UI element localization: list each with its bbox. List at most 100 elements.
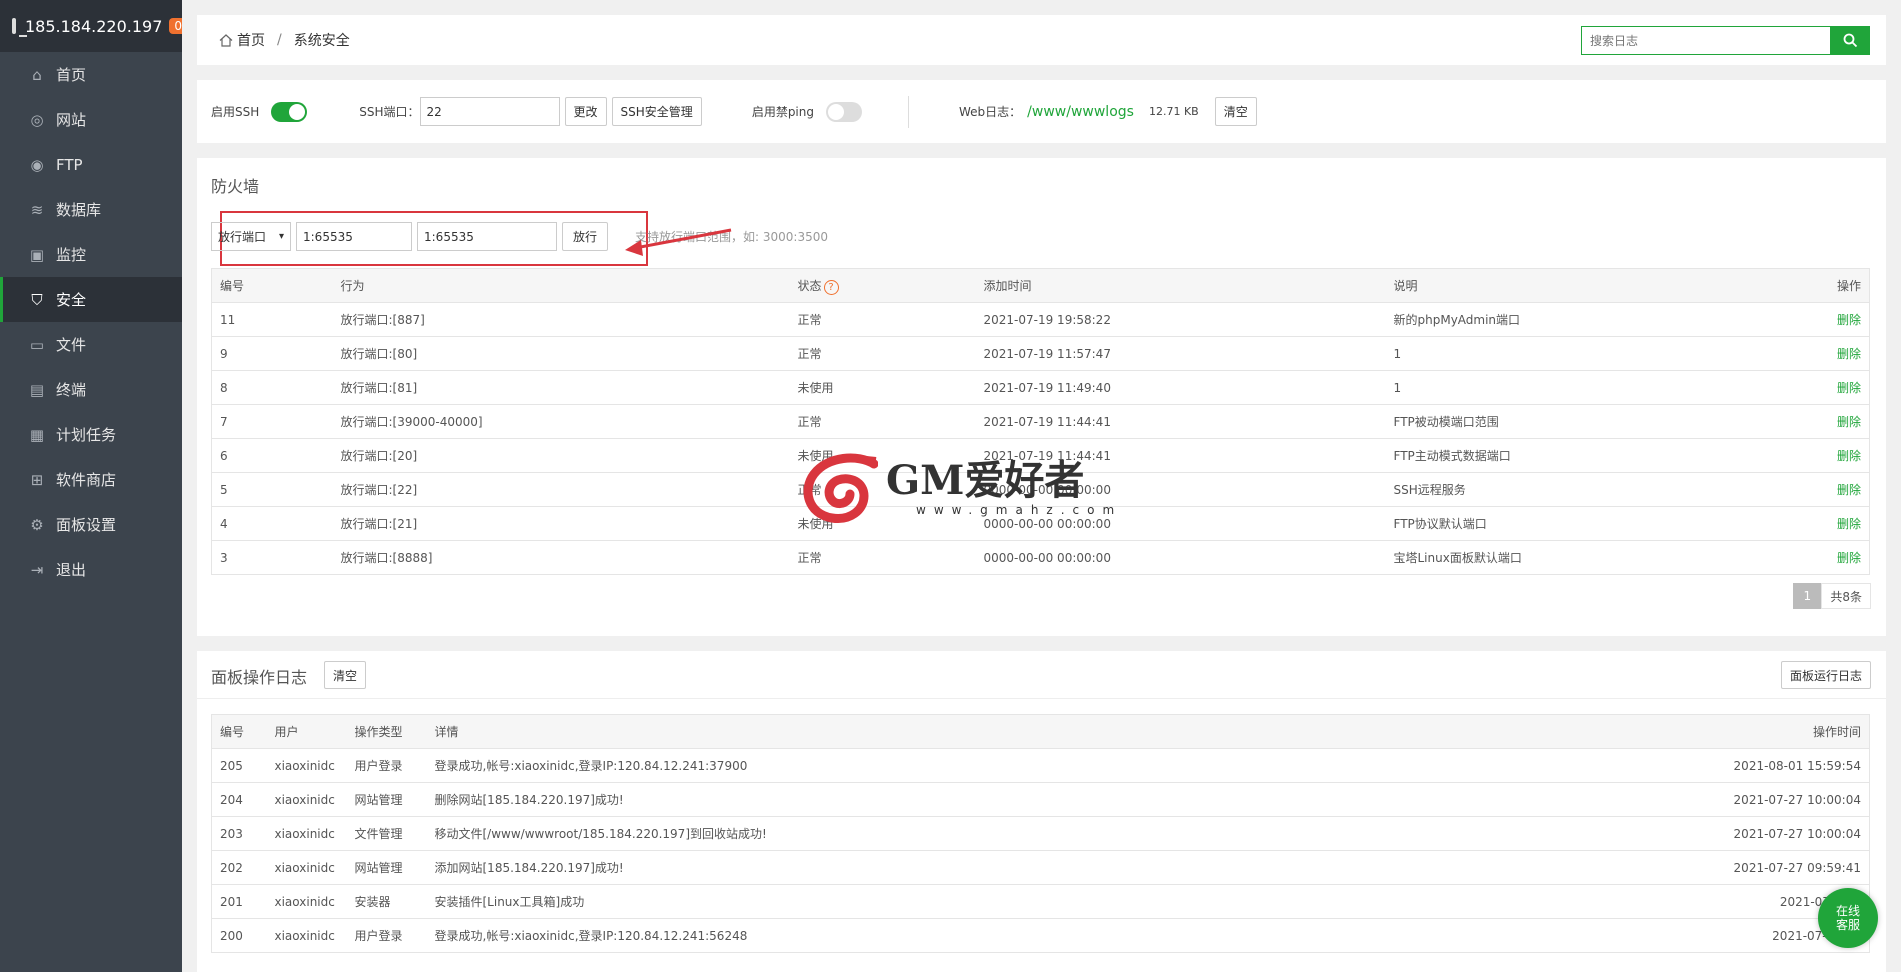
- table-row: 200 xiaoxinidc 用户登录 登录成功,帐号:xiaoxinidc,登录IP…: [211, 918, 1870, 953]
- sidebar-item-4[interactable]: ▣ 监控: [0, 232, 182, 277]
- table-row: 7 放行端口:[39000-40000] 正常 2021-07-19 11:44:41…: [211, 404, 1870, 439]
- delete-link[interactable]: 删除: [1805, 438, 1870, 473]
- rule-id: 11: [211, 302, 333, 337]
- rule-type-value: 放行端口: [218, 230, 267, 244]
- online-support-button[interactable]: 在线 客服: [1818, 888, 1878, 948]
- col-action: 行为: [332, 268, 790, 303]
- port-to-input[interactable]: 1:65535: [417, 222, 557, 251]
- panel-log-table: 编号 用户 操作类型 详情 操作时间 205 xiaoxinidc 用户登录 登录成功…: [211, 714, 1870, 953]
- rule-note[interactable]: SSH远程服务: [1385, 472, 1806, 507]
- sidebar-item-2[interactable]: ◉ FTP: [0, 142, 182, 187]
- rule-time: 2021-07-19 11:49:40: [975, 370, 1386, 405]
- rule-id: 3: [211, 540, 333, 575]
- log-type: 用户登录: [346, 918, 427, 953]
- gm-logo-icon: [803, 453, 878, 523]
- sidebar-item-6[interactable]: ▭ 文件: [0, 322, 182, 367]
- weblog-path-link[interactable]: /www/wwwlogs: [1027, 104, 1134, 120]
- search-input[interactable]: [1581, 26, 1831, 55]
- rule-id: 9: [211, 336, 333, 371]
- rule-note[interactable]: FTP协议默认端口: [1385, 506, 1806, 541]
- sidebar-item-5[interactable]: ⛉ 安全: [0, 277, 182, 322]
- log-type: 网站管理: [346, 782, 427, 817]
- col-id: 编号: [211, 714, 267, 749]
- sidebar-item-label: 网站: [56, 111, 87, 129]
- sidebar: 185.184.220.197 0 ⌂ 首页 ◎ 网站 ◉ FTP ≋ 数据库 ▣ 监控 ⛉ 安全 ▭ 文…: [0, 0, 188, 972]
- rule-status: 正常: [789, 540, 976, 575]
- sidebar-item-9[interactable]: ⊞ 软件商店: [0, 457, 182, 502]
- delete-link[interactable]: 删除: [1805, 370, 1870, 405]
- allow-button[interactable]: 放行: [562, 222, 608, 251]
- help-icon[interactable]: ?: [823, 279, 839, 295]
- watermark-title: GM爱好者: [886, 457, 1085, 504]
- log-time: 2021-08-01 15:59:54: [1626, 748, 1870, 783]
- sidebar-item-0[interactable]: ⌂ 首页: [0, 52, 182, 97]
- sidebar-item-7[interactable]: ▤ 终端: [0, 367, 182, 412]
- log-user: xiaoxinidc: [266, 748, 347, 783]
- delete-link[interactable]: 删除: [1805, 540, 1870, 575]
- table-row: 3 放行端口:[8888] 正常 0000-00-00 00:00:00 宝塔Linux…: [211, 540, 1870, 575]
- rule-id: 4: [211, 506, 333, 541]
- col-user: 用户: [266, 714, 347, 749]
- sidebar-item-8[interactable]: ▦ 计划任务: [0, 412, 182, 457]
- rule-note[interactable]: 1: [1385, 370, 1806, 405]
- log-time: 2021-07-27 10:00:04: [1626, 816, 1870, 851]
- clear-log-button[interactable]: 清空: [324, 661, 367, 689]
- rule-note[interactable]: 1: [1385, 336, 1806, 371]
- rule-note[interactable]: FTP主动模式数据端口: [1385, 438, 1806, 473]
- delete-link[interactable]: 删除: [1805, 404, 1870, 439]
- ssh-settings-panel: 启用SSH SSH端口： 22 更改 SSH安全管理 启用禁ping Web日志…: [197, 80, 1886, 143]
- sidebar-item-11[interactable]: ⇥ 退出: [0, 547, 182, 592]
- log-detail: 登录成功,帐号:xiaoxinidc,登录IP:120.84.12.241:37…: [426, 748, 1627, 783]
- ssh-port-input[interactable]: 22: [419, 97, 560, 126]
- log-type: 安装器: [346, 884, 427, 919]
- chevron-down-icon: ▾: [278, 231, 284, 242]
- rule-type-select[interactable]: 放行端口 ▾: [211, 222, 291, 251]
- sidebar-item-label: 安全: [56, 291, 87, 309]
- log-time: 2021-07-27 09:59:41: [1626, 850, 1870, 885]
- rule-action: 放行端口:[887]: [332, 302, 790, 337]
- rule-action: 放行端口:[21]: [332, 506, 790, 541]
- rule-action: 放行端口:[22]: [332, 472, 790, 507]
- delete-link[interactable]: 删除: [1805, 472, 1870, 507]
- server-ip: 185.184.220.197: [25, 16, 163, 36]
- table-row: 9 放行端口:[80] 正常 2021-07-19 11:57:47 1 删除: [211, 336, 1870, 371]
- sidebar-item-1[interactable]: ◎ 网站: [0, 97, 182, 142]
- sidebar-item-label: 面板设置: [56, 516, 117, 534]
- firewall-table: 编号 行为 状态? 添加时间 说明 操作 11 放行端口:[887] 正常 2021-…: [211, 268, 1870, 575]
- ping-label: 启用禁ping: [751, 105, 814, 119]
- col-op: 操作: [1805, 268, 1870, 303]
- log-user: xiaoxinidc: [266, 850, 347, 885]
- rule-note[interactable]: 新的phpMyAdmin端口: [1385, 302, 1806, 337]
- sidebar-item-10[interactable]: ⚙ 面板设置: [0, 502, 182, 547]
- rule-status: 正常: [789, 302, 976, 337]
- delete-link[interactable]: 删除: [1805, 506, 1870, 541]
- rule-action: 放行端口:[8888]: [332, 540, 790, 575]
- sidebar-item-label: 首页: [56, 66, 87, 84]
- col-status: 状态?: [789, 268, 976, 303]
- logout-icon: ⇥: [30, 560, 44, 579]
- breadcrumb-home[interactable]: 首页: [237, 30, 265, 50]
- delete-link[interactable]: 删除: [1805, 336, 1870, 371]
- ssh-manage-button[interactable]: SSH安全管理: [611, 97, 702, 126]
- clear-weblog-button[interactable]: 清空: [1214, 97, 1257, 126]
- log-id: 203: [211, 816, 267, 851]
- rule-note[interactable]: FTP被动模端口范围: [1385, 404, 1806, 439]
- ssh-toggle[interactable]: [271, 101, 308, 122]
- log-user: xiaoxinidc: [266, 884, 347, 919]
- firewall-title: 防火墙: [211, 177, 260, 196]
- port-from-input[interactable]: 1:65535: [296, 222, 412, 251]
- change-port-button[interactable]: 更改: [564, 97, 607, 126]
- page-1-button[interactable]: 1: [1793, 583, 1822, 609]
- sidebar-item-3[interactable]: ≋ 数据库: [0, 187, 182, 232]
- folder-icon: ▭: [29, 335, 45, 354]
- delete-link[interactable]: 删除: [1805, 302, 1870, 337]
- log-detail: 删除网站[185.184.220.197]成功!: [426, 782, 1627, 817]
- rule-note[interactable]: 宝塔Linux面板默认端口: [1385, 540, 1806, 575]
- home-icon: [219, 33, 233, 47]
- log-type: 网站管理: [346, 850, 427, 885]
- server-header[interactable]: 185.184.220.197 0: [0, 0, 188, 52]
- main-content: 首页 / 系统安全 启用SSH SSH端口： 22 更改 SSH安全管理 启用禁…: [182, 0, 1901, 972]
- ping-toggle[interactable]: [826, 101, 862, 122]
- run-log-button[interactable]: 面板运行日志: [1780, 661, 1871, 689]
- search-button[interactable]: [1831, 26, 1870, 55]
